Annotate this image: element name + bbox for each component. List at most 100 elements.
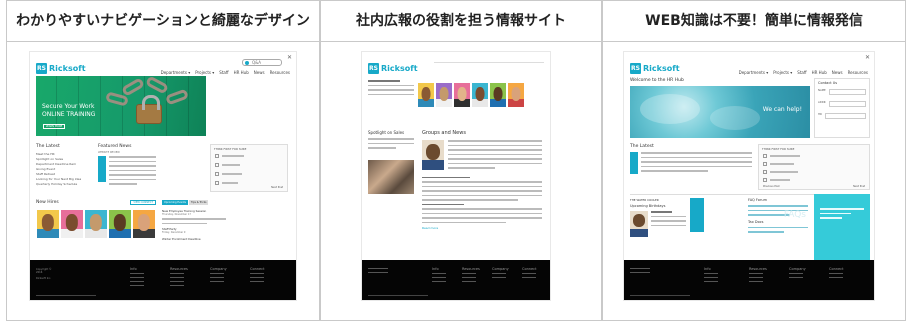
staff-photo[interactable]: [418, 83, 434, 107]
close-icon[interactable]: ✕: [865, 54, 870, 61]
checkbox[interactable]: [215, 154, 219, 158]
view-connect-button[interactable]: VIEW CONNECT: [130, 200, 156, 205]
tax-docs-title: Tax Docs: [748, 219, 764, 224]
logo-mark: RS: [36, 62, 47, 74]
nav-item-departments[interactable]: Departments ▾: [739, 70, 769, 75]
hero-banner: Secure Your Work ONLINE TRAINING LEARN M…: [36, 76, 206, 136]
panel-easy-publishing: WEB知識は不要！簡単に情報発信 ✕ RS Ricksoft Departmen…: [602, 0, 906, 321]
event-date: Friday, December 9: [162, 231, 186, 234]
nav-item-hr-hub[interactable]: HR Hub: [234, 70, 249, 75]
faq-title: FAQ Forum: [748, 198, 767, 202]
page-title: Welcome to the HR Hub: [630, 78, 684, 83]
birthday-photo: [630, 211, 648, 237]
staff-photo[interactable]: [61, 210, 83, 238]
article-title: Groups and News: [422, 130, 466, 136]
featured-subtitle: WEBSITE REVIEW: [98, 151, 120, 154]
brand-logo[interactable]: RS Ricksoft: [36, 62, 86, 74]
nav-item-news[interactable]: News: [254, 70, 265, 75]
staff-photo[interactable]: [472, 83, 488, 107]
nav-item-staff[interactable]: Staff: [797, 70, 806, 75]
nav-item-news[interactable]: News: [832, 70, 843, 75]
staff-photo[interactable]: [133, 210, 155, 238]
next-post-link[interactable]: Next Post: [271, 186, 283, 189]
contact-field[interactable]: [828, 101, 866, 107]
nav-item-resources[interactable]: Resources: [848, 70, 868, 75]
article-section: Groups and News Read more: [422, 130, 542, 230]
logo-mark: RS: [630, 62, 641, 74]
logo-text: Ricksoft: [643, 63, 680, 73]
spotlight-section: Spotlight on Sales: [368, 130, 414, 152]
staff-photo[interactable]: [436, 83, 452, 107]
nav-item-departments[interactable]: Departments ▾: [161, 70, 191, 75]
latest-title: The Latest: [36, 144, 60, 149]
nav-item-hr-hub[interactable]: HR Hub: [812, 70, 827, 75]
think-first-title: THINK FIRST FOR SURE: [214, 147, 247, 151]
nav-item-projects[interactable]: Projects ▾: [773, 70, 792, 75]
next-post-link[interactable]: Next Post: [853, 185, 865, 188]
contact-title: Contact Us: [818, 81, 838, 85]
staff-photo[interactable]: [85, 210, 107, 238]
footer-column: Connect: [250, 267, 264, 285]
promo-box[interactable]: [814, 194, 870, 260]
checkbox[interactable]: [763, 154, 767, 158]
contact-field[interactable]: [828, 89, 866, 95]
cooler-divider-bar: [690, 198, 704, 232]
think-first-title: THINK FIRST FOR SURE: [762, 147, 795, 151]
latest-image: [630, 152, 638, 174]
contact-label: NAME: [818, 89, 826, 92]
screenshot-hr-hub: ✕ RS Ricksoft Departments ▾ Projects ▾ S…: [623, 51, 875, 301]
tab-tips-tricks[interactable]: Tips & Tricks: [188, 200, 209, 205]
staff-photo[interactable]: [454, 83, 470, 107]
site-footer: Info Resources Company Connect: [362, 260, 550, 300]
padlock-icon: [136, 95, 162, 124]
hero-text: We can help!: [762, 106, 802, 113]
checkbox[interactable]: [215, 181, 219, 185]
spotlight-title: Spotlight on Sales: [368, 130, 405, 135]
staff-photo[interactable]: [37, 210, 59, 238]
new-hires-section: New Hires VIEW CONNECT: [36, 200, 156, 205]
faq-watermark: FAQs: [783, 210, 806, 220]
close-icon[interactable]: ✕: [287, 54, 292, 61]
search-input[interactable]: Q&A: [242, 59, 282, 66]
hero-subtitle: ONLINE TRAINING: [42, 111, 96, 118]
logo-mark: RS: [368, 62, 379, 74]
checkbox[interactable]: [763, 170, 767, 174]
group-photo: [368, 160, 414, 194]
checkbox[interactable]: [215, 172, 219, 176]
chain-icon: [120, 77, 146, 97]
faq-section: FAQ Forum FAQs Tax Docs: [748, 198, 808, 236]
hero-banner: We can help!: [630, 86, 810, 138]
footer-column: Resources: [170, 267, 188, 289]
nav-item-resources[interactable]: Resources: [270, 70, 290, 75]
think-first-box: THINK FIRST FOR SURE Previous Post Next …: [758, 144, 870, 190]
event-title[interactable]: Winter Enrollment Deadline: [162, 237, 226, 241]
panel-heading: 社内広報の役割を担う情報サイト: [321, 1, 601, 42]
event-date: Thursday, November 17: [162, 213, 191, 216]
staff-photo[interactable]: [508, 83, 524, 107]
contact-box: Contact Us NAME ADDR HR: [814, 78, 870, 138]
checkbox[interactable]: [215, 163, 219, 167]
featured-news-section: Featured News WEBSITE REVIEW: [98, 144, 156, 188]
nav-item-projects[interactable]: Projects ▾: [195, 70, 214, 75]
site-footer: Info Resources Company Connect: [624, 260, 874, 300]
read-more-link[interactable]: Read more: [422, 226, 542, 230]
contact-field[interactable]: [824, 113, 866, 119]
screenshot-news: RS Ricksoft Spotlight on Sales Groups an…: [361, 51, 551, 301]
feature-strip: わかりやすいナビゲーションと綺麗なデザイン ✕ RS Ricksoft Q&A …: [0, 0, 912, 321]
hero-learn-more-button[interactable]: LEARN MORE: [43, 124, 65, 129]
staff-photo[interactable]: [109, 210, 131, 238]
checkbox[interactable]: [763, 162, 767, 166]
contact-label: ADDR: [818, 101, 826, 104]
panel-internal-pr: 社内広報の役割を担う情報サイト RS Ricksoft Spotlight on…: [320, 0, 602, 321]
latest-item[interactable]: Quarterly Holiday Schedule: [36, 182, 94, 187]
footer-copyright: Copyright © 2016 Ricksoft Inc.: [36, 268, 52, 280]
tab-upcoming-events[interactable]: Upcoming Events: [162, 200, 188, 205]
brand-logo[interactable]: RS Ricksoft: [368, 62, 418, 74]
nav-item-staff[interactable]: Staff: [219, 70, 228, 75]
brand-logo[interactable]: RS Ricksoft: [630, 62, 680, 74]
checkbox[interactable]: [763, 178, 767, 182]
staff-photo[interactable]: [490, 83, 506, 107]
previous-post-link[interactable]: Previous Post: [763, 185, 780, 188]
footer-column: Company: [210, 267, 227, 285]
featured-image: [98, 156, 106, 182]
